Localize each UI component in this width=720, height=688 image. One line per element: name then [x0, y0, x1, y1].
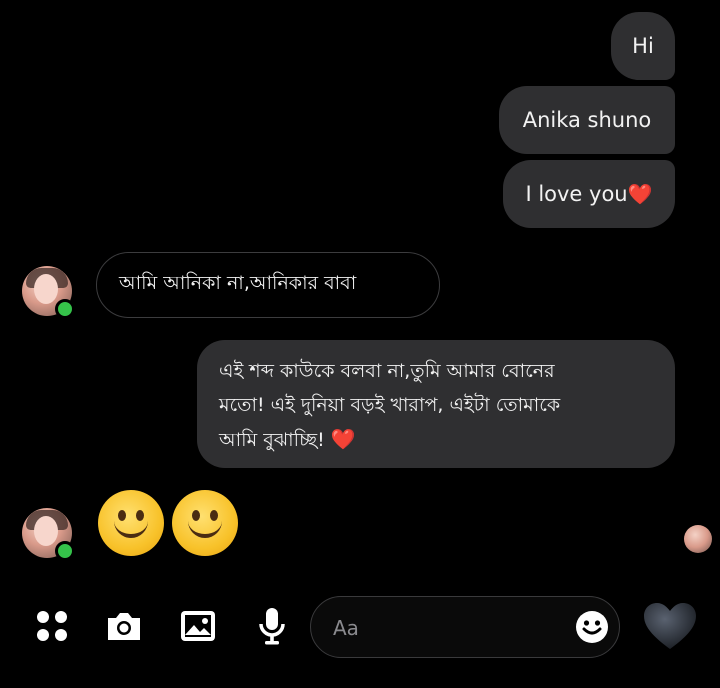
- heart-emoji: ❤️: [330, 427, 356, 451]
- message-line: আমি বুঝাচ্ছি!: [219, 429, 325, 451]
- message-text: I love you: [525, 182, 628, 206]
- smiley-icon[interactable]: [575, 610, 609, 644]
- contact-avatar[interactable]: [22, 508, 75, 561]
- message-hi[interactable]: Hi: [611, 12, 675, 80]
- heart-emoji: ❤️: [627, 182, 653, 206]
- message-received-bengali[interactable]: আমি আনিকা না,আনিকার বাবা: [96, 252, 440, 318]
- message-emojis[interactable]: [98, 490, 238, 556]
- smiley-emoji: [172, 490, 238, 556]
- seen-receipt-avatar: [684, 525, 712, 553]
- microphone-icon[interactable]: [252, 606, 292, 646]
- message-line: এই শব্দ কাউকে বলবা না,তুমি আমার বোনের: [219, 360, 555, 382]
- avatar-face: [34, 516, 58, 546]
- message-line: মতো! এই দুনিয়া বড়ই খারাপ, এইটা তোমাকে: [219, 394, 561, 416]
- message-input[interactable]: [331, 611, 565, 645]
- message-i-love-you[interactable]: I love you ❤️: [503, 160, 675, 228]
- message-text: আমি আনিকা না,আনিকার বাবা: [119, 272, 357, 294]
- message-text: Anika shuno: [522, 108, 652, 132]
- contact-avatar[interactable]: [22, 266, 75, 319]
- heart-icon[interactable]: [642, 602, 698, 652]
- avatar-face: [34, 274, 58, 304]
- gallery-icon[interactable]: [178, 606, 218, 646]
- message-toolbar: [0, 592, 720, 672]
- online-status-dot: [55, 299, 75, 319]
- message-anika-shuno[interactable]: Anika shuno: [499, 86, 675, 154]
- camera-icon[interactable]: [104, 606, 144, 646]
- message-text: Hi: [632, 34, 654, 58]
- message-composer[interactable]: [310, 596, 620, 658]
- message-long-bengali[interactable]: এই শব্দ কাউকে বলবা না,তুমি আমার বোনের মত…: [197, 340, 675, 468]
- online-status-dot: [55, 541, 75, 561]
- grid-dots-icon[interactable]: [32, 606, 72, 646]
- smiley-emoji: [98, 490, 164, 556]
